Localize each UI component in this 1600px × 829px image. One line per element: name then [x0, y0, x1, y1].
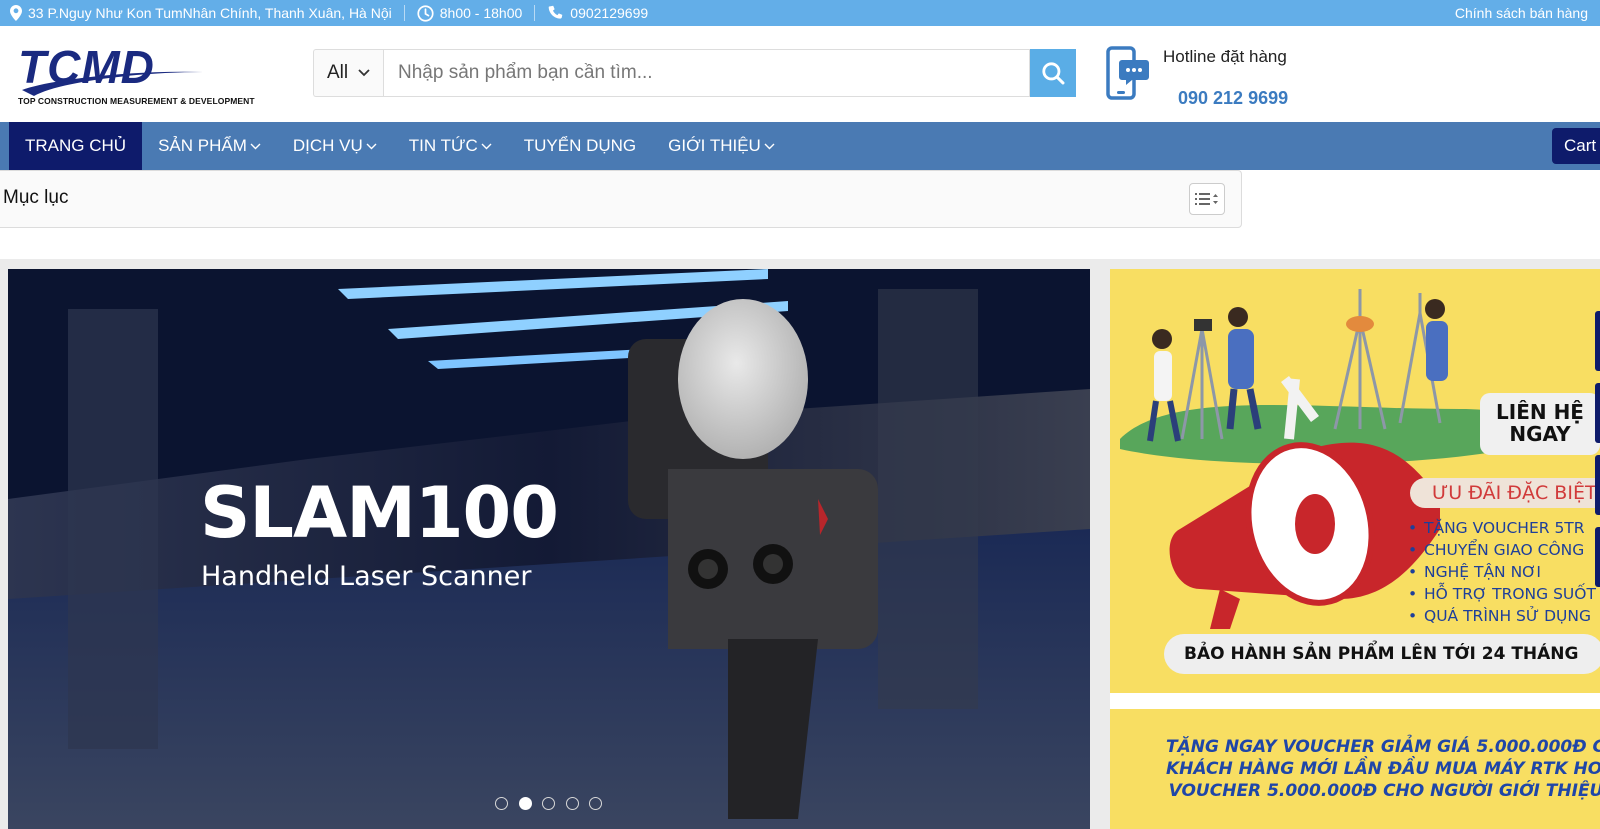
- logo-subtitle: TOP CONSTRUCTION MEASUREMENT & DEVELOPME…: [18, 96, 255, 106]
- contact-now-badge[interactable]: LIÊN HỆ NGAY: [1480, 393, 1600, 455]
- floating-side-tab[interactable]: [1595, 455, 1600, 515]
- toc-toggle-button[interactable]: [1189, 183, 1225, 215]
- site-header: TCMD TOP CONSTRUCTION MEASUREMENT & DEVE…: [0, 26, 1600, 122]
- offer-item: QUÁ TRÌNH SỬ DỤNG: [1408, 605, 1596, 627]
- site-logo[interactable]: TCMD TOP CONSTRUCTION MEASUREMENT & DEVE…: [18, 40, 255, 112]
- address-text: 33 P.Nguy Như Kon TumNhân Chính, Thanh X…: [28, 5, 392, 21]
- chevron-down-icon: [366, 143, 377, 149]
- main-nav: TRANG CHỦ SẢN PHẨM DỊCH VỤ TIN TỨC TUYỂN…: [0, 122, 1600, 170]
- search-icon: [1042, 62, 1065, 85]
- search-category-select[interactable]: All: [313, 49, 383, 97]
- slider-dot[interactable]: [589, 797, 602, 810]
- floating-side-tab[interactable]: [1595, 383, 1600, 443]
- phone-text: 0902129699: [570, 5, 649, 21]
- phone-icon: [548, 5, 563, 19]
- slide-subtitle: Handheld Laser Scanner: [201, 561, 532, 592]
- slider-dot-active[interactable]: [518, 797, 532, 810]
- location-pin-icon: [10, 5, 22, 21]
- promo-divider: [1110, 693, 1600, 709]
- nav-item-label: DỊCH VỤ: [292, 136, 363, 155]
- nav-item-about[interactable]: GIỚI THIỆU: [652, 122, 791, 170]
- table-of-contents: Mục lục: [0, 170, 1242, 228]
- promo-offer-panel: LIÊN HỆ NGAY ƯU ĐÃI ĐẶC BIỆT TẶNG VOUCHE…: [1110, 269, 1600, 693]
- search-button[interactable]: [1030, 49, 1076, 97]
- logo-wordmark: TCMD: [18, 41, 155, 93]
- sales-policy-label: Chính sách bán hàng: [1454, 5, 1588, 21]
- nav-item-home[interactable]: TRANG CHỦ: [9, 122, 143, 170]
- top-bar: 33 P.Nguy Như Kon TumNhân Chính, Thanh X…: [0, 0, 1600, 26]
- cart-label: Cart: [1564, 136, 1597, 155]
- voucher-text: TẶNG NGAY VOUCHER GIẢM GIÁ 5.000.000Đ CH…: [1166, 736, 1600, 802]
- offer-item: NGHỆ TẬN NƠI: [1408, 561, 1596, 583]
- search-input[interactable]: [383, 49, 1030, 97]
- offer-item: HỖ TRỢ TRONG SUỐT: [1408, 583, 1596, 605]
- nav-item-label: TUYỂN DỤNG: [523, 136, 637, 155]
- nav-item-label: GIỚI THIỆU: [668, 136, 761, 155]
- divider: [534, 5, 536, 21]
- hotline-number[interactable]: 090 212 9699: [1178, 88, 1288, 109]
- hours-item: 8h00 - 18h00: [417, 0, 523, 26]
- search-category-value: All: [326, 62, 349, 83]
- nav-item-label: TIN TỨC: [408, 136, 478, 155]
- offer-list: TẶNG VOUCHER 5TR CHUYỂN GIAO CÔNG NGHỆ T…: [1408, 517, 1596, 627]
- offer-item: TẶNG VOUCHER 5TR: [1408, 517, 1596, 539]
- divider: [403, 5, 405, 21]
- voucher-line: VOUCHER 5.000.000Đ CHO NGƯỜI GIỚI THIỆU: [1168, 781, 1600, 801]
- chevron-down-icon: [250, 143, 261, 149]
- main-content: SLAM100 Handheld Laser Scanner LIÊN HỆ N…: [0, 259, 1600, 829]
- promo-banner[interactable]: LIÊN HỆ NGAY ƯU ĐÃI ĐẶC BIỆT TẶNG VOUCHE…: [1110, 269, 1600, 829]
- mobile-chat-icon: [1106, 46, 1149, 100]
- search-bar: All: [313, 49, 1076, 97]
- contact-now-line1: LIÊN HỆ: [1496, 400, 1584, 424]
- voucher-line: KHÁCH HÀNG MỚI LẦN ĐẦU MUA MÁY RTK HOẶC: [1166, 759, 1600, 779]
- nav-item-label: SẢN PHẨM: [158, 136, 247, 155]
- toc-title: Mục lục: [3, 187, 69, 208]
- slider-dot[interactable]: [542, 797, 555, 810]
- slider-dot[interactable]: [495, 797, 508, 810]
- nav-item-news[interactable]: TIN TỨC: [393, 122, 508, 170]
- offer-item: CHUYỂN GIAO CÔNG: [1408, 539, 1596, 561]
- offer-title: ƯU ĐÃI ĐẶC BIỆT: [1410, 478, 1600, 508]
- slide-title: SLAM100: [200, 472, 559, 554]
- nav-item-label: TRANG CHỦ: [25, 136, 127, 155]
- voucher-line: TẶNG NGAY VOUCHER GIẢM GIÁ 5.000.000Đ CH…: [1166, 737, 1600, 757]
- list-toggle-icon: [1195, 193, 1218, 205]
- chevron-down-icon: [764, 143, 775, 149]
- nav-item-careers[interactable]: TUYỂN DỤNG: [508, 122, 652, 170]
- warranty-badge: BẢO HÀNH SẢN PHẨM LÊN TỚI 24 THÁNG: [1164, 634, 1600, 674]
- hours-text: 8h00 - 18h00: [439, 5, 523, 21]
- slider-dots: [495, 797, 613, 810]
- chevron-down-icon: [358, 69, 370, 77]
- nav-item-services[interactable]: DỊCH VỤ: [277, 122, 393, 170]
- floating-side-tab[interactable]: [1595, 311, 1600, 371]
- phone-item[interactable]: 0902129699: [547, 0, 648, 26]
- address-item: 33 P.Nguy Như Kon TumNhân Chính, Thanh X…: [10, 0, 392, 26]
- floating-side-tab[interactable]: [1595, 527, 1600, 587]
- chevron-down-icon: [481, 143, 492, 149]
- nav-item-products[interactable]: SẢN PHẨM: [142, 122, 277, 170]
- slider-dot[interactable]: [565, 797, 579, 810]
- hotline-label: Hotline đặt hàng: [1163, 47, 1287, 66]
- hero-slider[interactable]: SLAM100 Handheld Laser Scanner: [8, 269, 1090, 829]
- sales-policy-link[interactable]: Chính sách bán hàng: [1455, 0, 1588, 26]
- cart-button[interactable]: Cart: [1552, 128, 1600, 164]
- contact-now-line2: NGAY: [1509, 422, 1571, 446]
- clock-icon: [417, 4, 434, 22]
